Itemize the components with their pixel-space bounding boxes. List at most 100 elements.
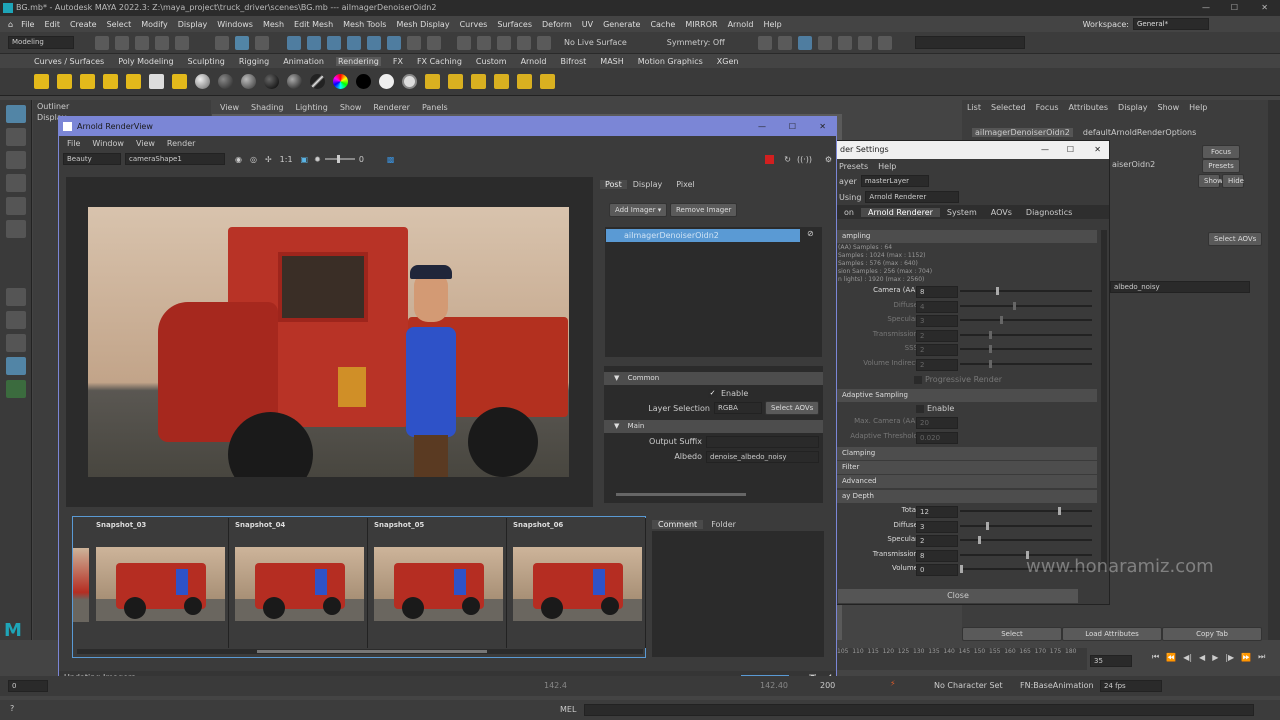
pin-icon[interactable]: ✢ (265, 155, 272, 164)
shelf-tab-rendering[interactable]: Rendering (336, 56, 381, 66)
four-pane-icon[interactable] (6, 311, 26, 329)
timeline[interactable]: 105 110 115 120 125 130 135 140 145 150 155 160 165 1… (837, 648, 1087, 670)
magnet-icon[interactable] (427, 35, 441, 50)
rs-slider-track[interactable] (960, 290, 1092, 292)
rs-close-button[interactable]: Close (838, 589, 1078, 603)
menu-generate[interactable]: Generate (603, 20, 640, 29)
character-set-field[interactable]: No Character Set (934, 681, 1003, 690)
shelf-tab-xgen[interactable]: XGen (715, 57, 741, 66)
shelf-tab-sculpting[interactable]: Sculpting (186, 57, 227, 66)
rs-slider-knob[interactable] (989, 360, 993, 368)
ipr-icon[interactable] (777, 35, 792, 50)
shader-ball-dark-icon[interactable] (218, 74, 233, 89)
current-frame-field[interactable]: 35 (1090, 655, 1132, 667)
outliner-layout-icon[interactable] (6, 357, 26, 375)
rs-slider-value[interactable]: 3 (916, 315, 958, 328)
sky-dome-icon[interactable] (172, 74, 187, 89)
magnet-alt-icon[interactable] (517, 35, 531, 50)
rs-layer-select[interactable]: masterLayer (860, 175, 929, 187)
two-pane-icon[interactable] (6, 334, 26, 352)
rs-slider-track[interactable] (960, 524, 1092, 527)
mel-label[interactable]: MEL (560, 705, 576, 714)
shelf-tab-motion-graphics[interactable]: Motion Graphics (636, 57, 705, 66)
select-tool-icon[interactable] (6, 105, 26, 123)
snapshot-item[interactable]: Snapshot_05 (370, 518, 507, 648)
ae-tab-options[interactable]: defaultArnoldRenderOptions (1083, 128, 1196, 137)
menu-curves[interactable]: Curves (460, 20, 488, 29)
lock-icon[interactable] (407, 35, 421, 50)
undo-icon[interactable] (155, 35, 169, 50)
select-aovs-button[interactable]: Select AOVs (765, 401, 820, 415)
new-scene-icon[interactable] (95, 35, 109, 50)
menu-display[interactable]: Display (178, 20, 208, 29)
maximize-icon[interactable]: ☐ (1231, 0, 1238, 16)
rs-slider-track[interactable] (960, 363, 1092, 365)
live-surface-label[interactable]: No Live Surface (564, 38, 627, 47)
menu-file[interactable]: File (21, 20, 34, 29)
aov-select[interactable]: Beauty (63, 153, 121, 165)
rs-slider-value[interactable]: 2 (916, 535, 958, 548)
shader-ball-color-icon[interactable] (333, 74, 348, 89)
rs-slider-track[interactable] (960, 510, 1092, 512)
rs-minimize-icon[interactable]: — (1041, 141, 1049, 159)
rs-slider-value[interactable]: 8 (916, 549, 958, 562)
show-button[interactable]: Show (1198, 174, 1223, 188)
menu-mesh[interactable]: Mesh (263, 20, 284, 29)
viewport-menu-view[interactable]: View (220, 103, 239, 112)
fps-select[interactable]: 24 fps (1100, 680, 1162, 692)
focus-button[interactable]: Focus (1202, 145, 1240, 159)
command-input[interactable] (584, 704, 1254, 716)
arnold-flush-icon[interactable] (540, 74, 555, 89)
camera-select[interactable]: cameraShape1 (125, 153, 225, 165)
menu-mirror[interactable]: MIRROR (685, 20, 717, 29)
lasso-tool-icon[interactable] (6, 128, 26, 146)
ae-select-button[interactable]: Select (962, 627, 1062, 641)
auto-key-icon[interactable]: ⚡ (890, 679, 896, 688)
ae-menu-display[interactable]: Display (1118, 103, 1148, 112)
ae-menu-selected[interactable]: Selected (991, 103, 1026, 112)
render-frame-icon[interactable] (757, 35, 772, 50)
rs-slider-value[interactable]: 0 (916, 564, 958, 577)
range-start-field[interactable]: 0 (8, 680, 48, 692)
shelf-tab-fx-caching[interactable]: FX Caching (415, 57, 464, 66)
rs-maximize-icon[interactable]: ☐ (1067, 141, 1074, 159)
fit-icon[interactable]: ▣ (301, 155, 309, 164)
anim-layer-field[interactable]: FN:BaseAnimation (1020, 681, 1094, 690)
home-icon[interactable]: ⌂ (8, 20, 13, 29)
rs-slider-track[interactable] (960, 333, 1092, 336)
play-forward-icon[interactable]: ▶ (1212, 653, 1218, 662)
move-tool-icon[interactable] (6, 174, 26, 192)
menu-surfaces[interactable]: Surfaces (497, 20, 532, 29)
rotate-tool-icon[interactable] (6, 197, 26, 215)
rs-filter-head[interactable]: Filter (837, 461, 1097, 474)
rs-menu-help[interactable]: Help (878, 162, 896, 171)
hide-button[interactable]: Hide (1222, 174, 1244, 188)
rs-slider-knob[interactable] (995, 287, 999, 295)
ae-menu-focus[interactable]: Focus (1036, 103, 1059, 112)
rs-advanced-head[interactable]: Advanced (837, 475, 1097, 488)
rs-slider-knob[interactable] (1057, 507, 1061, 515)
ass-icon[interactable] (425, 74, 440, 89)
ae-select-aovs-button[interactable]: Select AOVs (1208, 232, 1263, 246)
snapshot-item[interactable]: Snapshot_04 (231, 518, 368, 648)
rs-scrollbar[interactable] (1101, 230, 1107, 570)
shelf-tab-arnold[interactable]: Arnold (519, 57, 549, 66)
step-forward-icon[interactable]: |▶ (1225, 653, 1234, 662)
exposure-icon[interactable]: ✹ (314, 155, 321, 164)
arnold-render-icon[interactable] (837, 35, 852, 50)
shelf-tab-rigging[interactable]: Rigging (237, 57, 271, 66)
shelf-tab-mash[interactable]: MASH (598, 57, 625, 66)
menu-windows[interactable]: Windows (217, 20, 253, 29)
search-icon[interactable] (6, 380, 26, 398)
history-icon[interactable] (457, 35, 471, 50)
shader-ball-stripe-icon[interactable] (310, 74, 325, 89)
rs-slider-value[interactable]: 8 (916, 286, 958, 298)
snap-vertex-icon[interactable] (387, 35, 401, 50)
rs-slider-track[interactable] (960, 348, 1092, 351)
mesh-light-icon[interactable] (126, 74, 141, 89)
spot-light-icon[interactable] (103, 74, 118, 89)
rs-slider-knob[interactable] (960, 565, 963, 574)
snap-point-icon[interactable] (327, 35, 341, 50)
enable-checkbox[interactable]: ✓ (708, 388, 717, 398)
rv-close-icon[interactable]: ✕ (819, 117, 826, 136)
